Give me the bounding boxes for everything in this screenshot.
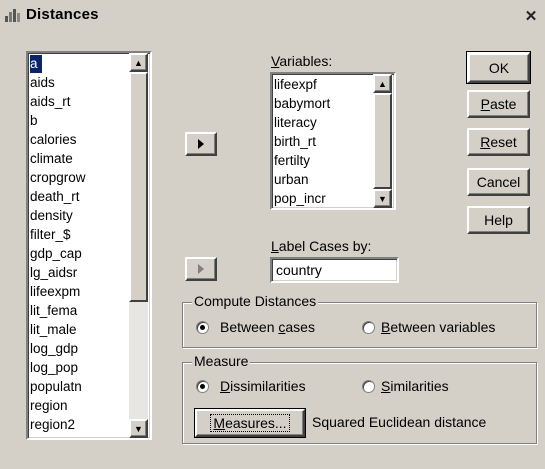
list-item[interactable]: gdp_cap	[30, 245, 82, 263]
measures-button[interactable]: Measures...	[194, 408, 306, 438]
list-item[interactable]: region2	[30, 416, 75, 434]
radio-between-cases[interactable]	[196, 321, 209, 334]
window-title: Distances	[26, 6, 99, 23]
list-item[interactable]: log_gdp	[30, 340, 78, 358]
down-triangle-icon: ▼	[134, 423, 143, 434]
paste-button[interactable]: Paste	[467, 90, 530, 118]
current-measure-text: Squared Euclidean distance	[312, 414, 487, 430]
list-item[interactable]: aids	[30, 74, 55, 92]
list-item[interactable]: lit_male	[30, 321, 77, 339]
close-button[interactable]: ✕	[520, 6, 542, 26]
radio-similarities[interactable]	[362, 380, 375, 393]
label-cases-value: country	[276, 262, 322, 278]
dissimilarities-option[interactable]: Dissimilarities	[196, 378, 346, 396]
measure-legend: Measure	[192, 353, 251, 369]
variables-scroll-down-button[interactable]: ▼	[373, 189, 392, 208]
list-item[interactable]: pop_incr	[274, 190, 326, 208]
list-item[interactable]: calories	[30, 131, 77, 149]
radio-between-variables[interactable]	[362, 321, 375, 334]
variables-list[interactable]: lifeexpf babymort literacy birth_rt fertilty…	[270, 72, 396, 210]
list-item[interactable]: climate	[30, 150, 73, 168]
list-item[interactable]: lifeexpm	[30, 283, 80, 301]
list-item[interactable]: babymort	[274, 95, 330, 113]
list-item[interactable]: b	[30, 112, 38, 130]
ok-button[interactable]: OK	[466, 51, 531, 84]
list-item[interactable]: lg_aidsr	[30, 264, 77, 282]
list-item[interactable]: region	[30, 397, 68, 415]
source-scroll-thumb[interactable]	[129, 72, 148, 302]
up-triangle-icon: ▲	[378, 78, 387, 89]
between-variables-option[interactable]: Between variables	[362, 319, 532, 337]
list-item[interactable]: literacy	[274, 114, 317, 132]
list-item[interactable]: populatn	[30, 378, 82, 396]
compute-distances-legend: Compute Distances	[192, 293, 319, 309]
between-cases-option[interactable]: Between cases	[196, 319, 346, 337]
close-icon: ✕	[524, 8, 538, 25]
list-item[interactable]: cropgrow	[30, 169, 86, 187]
list-item[interactable]: density	[30, 207, 73, 225]
reset-button[interactable]: Reset	[467, 128, 530, 156]
list-item[interactable]: a	[30, 55, 42, 73]
list-item[interactable]: lit_fema	[30, 302, 77, 320]
spss-icon	[4, 7, 22, 23]
variables-label: Variables:	[271, 53, 333, 69]
list-item[interactable]: urban	[274, 171, 309, 189]
label-cases-field[interactable]: country	[270, 257, 399, 283]
cancel-button[interactable]: Cancel	[467, 168, 530, 196]
right-triangle-icon	[198, 264, 204, 274]
list-item[interactable]: birth_rt	[274, 133, 316, 151]
move-to-label-cases-button[interactable]	[185, 257, 217, 281]
move-to-variables-button[interactable]	[185, 132, 217, 156]
list-item[interactable]: log_pop	[30, 359, 78, 377]
radio-dissimilarities[interactable]	[196, 380, 209, 393]
list-item[interactable]: aids_rt	[30, 93, 71, 111]
similarities-option[interactable]: Similarities	[362, 378, 482, 396]
source-scroll-down-button[interactable]: ▼	[129, 419, 148, 438]
list-item[interactable]: filter_$	[30, 226, 71, 244]
variables-scroll-thumb[interactable]	[373, 93, 392, 189]
list-item[interactable]: fertilty	[274, 152, 310, 170]
label-cases-label: Label Cases by:	[271, 238, 372, 254]
right-triangle-icon	[198, 139, 204, 149]
list-item[interactable]: lifeexpf	[274, 76, 317, 94]
variables-scroll-up-button[interactable]: ▲	[373, 74, 392, 93]
help-button[interactable]: Help	[467, 206, 530, 234]
source-scroll-up-button[interactable]: ▲	[129, 53, 148, 72]
up-triangle-icon: ▲	[134, 57, 143, 68]
down-triangle-icon: ▼	[378, 193, 387, 204]
list-item[interactable]: death_rt	[30, 188, 80, 206]
source-variable-list[interactable]: a aids aids_rt b calories climate cropgrow deat…	[26, 51, 152, 440]
